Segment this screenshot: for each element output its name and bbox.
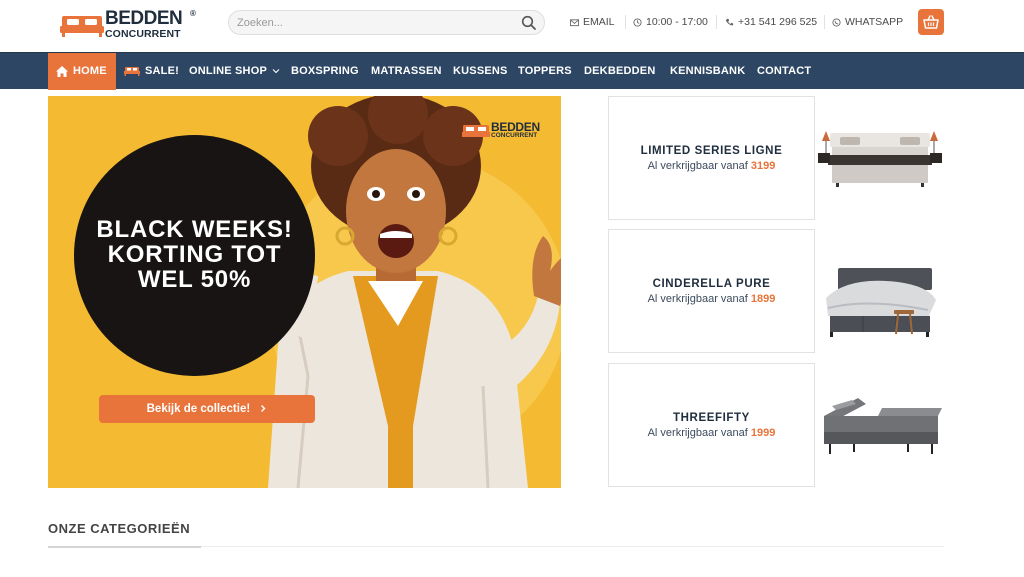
search-icon[interactable] <box>521 15 537 31</box>
product-price: 1899 <box>750 293 776 305</box>
nav-label: HOME <box>73 65 107 77</box>
divider <box>716 15 717 29</box>
registered-mark: ® <box>190 9 196 18</box>
cta-label: Bekijk de collectie! <box>146 403 251 415</box>
nav-item-contact[interactable]: CONTACT <box>757 53 811 90</box>
nav-item-dekbedden[interactable]: DEKBEDDEN <box>584 53 655 90</box>
price-prefix: Al verkrijgbaar vanaf <box>647 427 748 439</box>
product-image-cinderella-pure[interactable] <box>818 258 944 348</box>
phone-label: +31 541 296 525 <box>738 16 818 28</box>
nav-label: DEKBEDDEN <box>584 65 656 77</box>
divider <box>201 546 944 547</box>
product-card[interactable]: THREEFIFTY Al verkrijgbaar vanaf 1999 <box>608 363 815 487</box>
nav-item-matrassen[interactable]: MATRASSEN <box>371 53 442 90</box>
price-prefix: Al verkrijgbaar vanaf <box>647 160 748 172</box>
product-title: CINDERELLA PURE <box>652 278 771 290</box>
categories-heading: ONZE CATEGORIEËN <box>48 521 191 536</box>
product-title: LIMITED SERIES LIGNE <box>640 145 783 157</box>
clock-icon <box>633 17 642 27</box>
search-box <box>228 10 545 35</box>
hero-logo-word-2: CONCURRENT <box>491 132 538 139</box>
cart-button[interactable] <box>918 9 944 35</box>
basket-icon <box>923 15 939 29</box>
bed-icon <box>124 67 140 77</box>
promo-circle: BLACK WEEKS! KORTING TOT WEL 50% <box>74 135 315 376</box>
promo-headline: BLACK WEEKS! KORTING TOT WEL 50% <box>74 217 315 292</box>
nav-item-home[interactable]: HOME <box>48 53 116 90</box>
site-header: BEDDEN ® CONCURRENT EMAIL 10:00 - 17:00 … <box>0 0 1024 52</box>
product-price-line: Al verkrijgbaar vanaf 3199 <box>609 160 814 172</box>
product-image-limited-series-ligne[interactable] <box>818 113 944 203</box>
nav-label: SALE! <box>145 65 179 77</box>
price-prefix: Al verkrijgbaar vanaf <box>647 293 748 305</box>
bed-logo-icon <box>60 16 104 37</box>
nav-label: CONTACT <box>757 65 812 77</box>
mail-icon <box>570 18 579 26</box>
divider <box>824 15 825 29</box>
nav-item-sale[interactable]: SALE! <box>124 53 179 90</box>
product-image-threefifty[interactable] <box>818 390 944 480</box>
site-logo[interactable]: BEDDEN ® CONCURRENT <box>60 8 200 42</box>
email-label: EMAIL <box>583 16 615 28</box>
nav-label: KUSSENS <box>453 65 508 77</box>
opening-hours: 10:00 - 17:00 <box>633 16 708 28</box>
bed-logo-icon <box>462 125 490 137</box>
whatsapp-link[interactable]: WHATSAPP <box>832 16 903 28</box>
nav-item-kussens[interactable]: KUSSENS <box>453 53 508 90</box>
heading-underline <box>48 546 201 548</box>
hours-label: 10:00 - 17:00 <box>646 16 708 28</box>
home-icon <box>56 65 68 77</box>
email-link[interactable]: EMAIL <box>570 16 615 28</box>
product-title: THREEFIFTY <box>673 412 750 424</box>
promo-line-2: KORTING TOT <box>107 241 282 268</box>
whatsapp-label: WHATSAPP <box>845 16 904 28</box>
product-price: 3199 <box>750 160 776 172</box>
nav-item-kennisbank[interactable]: KENNISBANK <box>670 53 745 90</box>
nav-label: ONLINE SHOP <box>189 65 267 77</box>
view-collection-button[interactable]: Bekijk de collectie! <box>99 395 315 423</box>
chevron-right-icon <box>261 405 266 413</box>
hero-logo: BEDDEN CONCURRENT <box>462 120 561 142</box>
search-input[interactable] <box>237 13 507 33</box>
phone-link[interactable]: +31 541 296 525 <box>725 16 817 28</box>
product-card[interactable]: CINDERELLA PURE Al verkrijgbaar vanaf 18… <box>608 229 815 353</box>
product-price-line: Al verkrijgbaar vanaf 1899 <box>609 293 814 305</box>
chevron-down-icon <box>272 69 280 74</box>
nav-label: KENNISBANK <box>670 65 746 77</box>
promo-line-1: BLACK WEEKS! <box>96 216 293 243</box>
hero-banner[interactable]: BEDDEN CONCURRENT BLACK WEEKS! KORTING T… <box>48 96 561 488</box>
product-price-line: Al verkrijgbaar vanaf 1999 <box>609 427 814 439</box>
logo-word-2: CONCURRENT <box>105 28 181 40</box>
nav-label: TOPPERS <box>518 65 572 77</box>
product-price: 1999 <box>750 427 776 439</box>
promo-line-3: WEL 50% <box>137 266 252 293</box>
main-navigation: HOME SALE! ONLINE SHOP BOXSPRING MATRASS… <box>0 52 1024 90</box>
nav-item-online-shop[interactable]: ONLINE SHOP <box>189 53 280 90</box>
logo-word-1: BEDDEN <box>105 8 183 29</box>
nav-item-toppers[interactable]: TOPPERS <box>518 53 572 90</box>
product-card[interactable]: LIMITED SERIES LIGNE Al verkrijgbaar van… <box>608 96 815 220</box>
nav-label: MATRASSEN <box>371 65 442 77</box>
phone-icon <box>725 18 734 25</box>
nav-label: BOXSPRING <box>291 65 359 77</box>
nav-item-boxspring[interactable]: BOXSPRING <box>291 53 359 90</box>
divider <box>625 15 626 29</box>
whatsapp-icon <box>832 17 841 27</box>
